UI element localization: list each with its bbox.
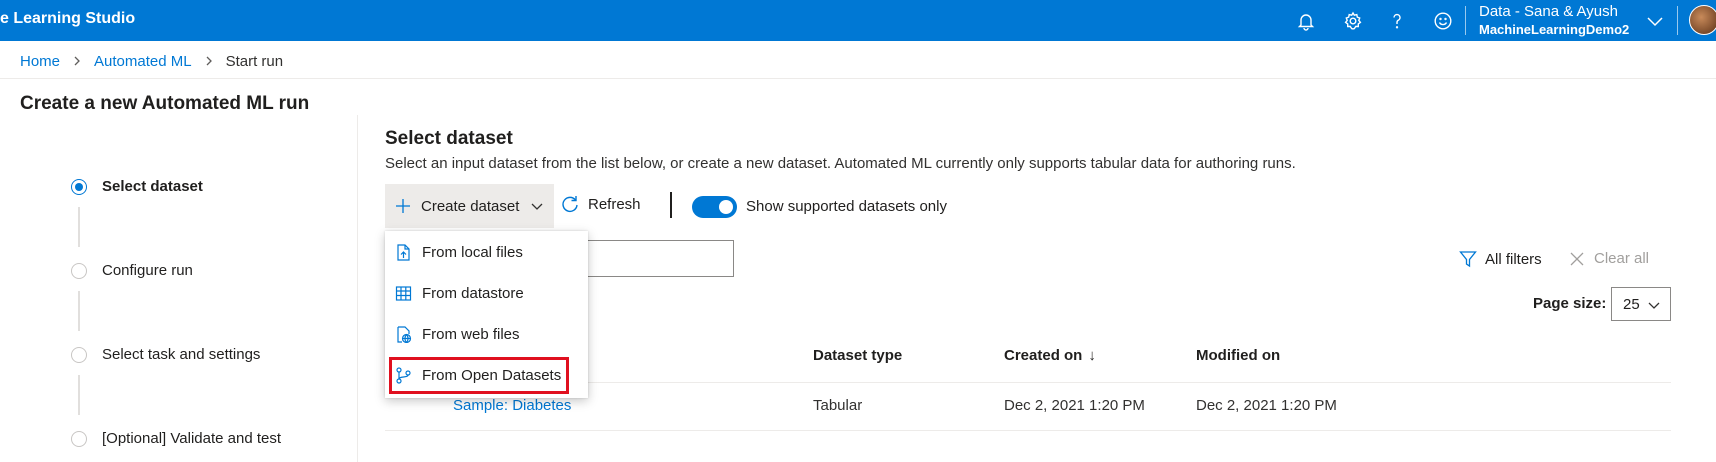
supported-datasets-toggle-label: Show supported datasets only <box>746 198 947 215</box>
step-connector <box>78 207 80 247</box>
plus-icon <box>396 199 410 213</box>
topbar-divider <box>1465 6 1466 35</box>
breadcrumb-automated-ml[interactable]: Automated ML <box>94 53 192 70</box>
chevron-down-icon <box>1648 302 1660 309</box>
refresh-label: Refresh <box>588 195 641 213</box>
stepper-divider <box>357 115 358 462</box>
page-size-select[interactable]: 25 <box>1611 287 1671 321</box>
workspace-directory[interactable]: Data - Sana & Ayush <box>1479 3 1618 20</box>
dataset-type-cell: Tabular <box>813 397 863 414</box>
create-dataset-menu: From local files From datastore From web… <box>385 231 588 398</box>
column-header-created-on-label: Created on <box>1004 347 1083 364</box>
top-bar: e Learning Studio Data - Sana & Ayush Ma… <box>0 0 1716 41</box>
column-header-dataset-type[interactable]: Dataset type <box>813 347 902 364</box>
table-row-divider <box>385 430 1671 431</box>
column-header-modified-on[interactable]: Modified on <box>1196 347 1280 364</box>
create-dataset-button[interactable]: Create dataset <box>385 184 554 228</box>
workspace-name[interactable]: MachineLearningDemo2 <box>1479 22 1629 37</box>
close-icon <box>1570 252 1584 265</box>
step-indicator-select-dataset <box>71 179 87 195</box>
gear-icon[interactable] <box>1331 0 1375 41</box>
breadcrumb-current: Start run <box>225 52 284 70</box>
sort-descending-icon: ↓ <box>1088 347 1096 364</box>
upload-file-icon <box>397 243 410 261</box>
refresh-icon <box>562 196 578 213</box>
create-dataset-label: Create dataset <box>421 197 520 215</box>
menu-item-label: From datastore <box>422 284 524 302</box>
section-description: Select an input dataset from the list be… <box>385 155 1296 172</box>
page-title: Create a new Automated ML run <box>20 93 310 114</box>
web-file-icon <box>397 325 412 343</box>
column-header-created-on[interactable]: Created on ↓ <box>1004 347 1096 364</box>
commandbar-divider <box>670 192 672 218</box>
section-title: Select dataset <box>385 128 513 149</box>
chevron-right-icon <box>60 56 94 66</box>
bell-icon[interactable] <box>1284 0 1328 41</box>
menu-item-from-local-files[interactable]: From local files <box>385 233 588 271</box>
supported-datasets-toggle[interactable] <box>692 196 737 218</box>
chevron-right-icon <box>192 56 226 66</box>
filter-icon <box>1459 251 1477 268</box>
modified-on-cell: Dec 2, 2021 1:20 PM <box>1196 397 1337 414</box>
clear-all-label: Clear all <box>1594 250 1650 267</box>
page-size-value: 25 <box>1623 295 1640 313</box>
step-connector <box>78 375 80 415</box>
table-grid-icon <box>395 285 412 301</box>
all-filters-button[interactable]: All filters <box>1459 250 1542 268</box>
step-connector <box>78 291 80 331</box>
refresh-button[interactable]: Refresh <box>560 194 641 214</box>
step-select-dataset[interactable]: Select dataset <box>102 178 203 195</box>
step-indicator-select-task <box>71 347 87 363</box>
breadcrumb-home[interactable]: Home <box>20 53 60 70</box>
all-filters-label: All filters <box>1485 250 1542 268</box>
avatar[interactable] <box>1689 5 1716 35</box>
step-select-task-and-settings[interactable]: Select task and settings <box>102 346 260 363</box>
chevron-down-icon <box>531 203 543 210</box>
app-title[interactable]: e Learning Studio <box>0 10 135 28</box>
topbar-divider <box>1677 6 1678 35</box>
step-configure-run[interactable]: Configure run <box>102 262 193 279</box>
clear-all-button[interactable]: Clear all <box>1569 250 1649 267</box>
created-on-cell: Dec 2, 2021 1:20 PM <box>1004 397 1145 414</box>
step-indicator-configure-run <box>71 263 87 279</box>
menu-item-label: From local files <box>422 243 523 261</box>
breadcrumb: Home Automated ML Start run <box>20 51 283 71</box>
highlight-box <box>389 357 569 394</box>
breadcrumb-divider <box>0 78 1716 79</box>
dataset-name-link[interactable]: Sample: Diabetes <box>453 397 571 414</box>
menu-item-from-datastore[interactable]: From datastore <box>385 274 588 312</box>
step-validate-and-test[interactable]: [Optional] Validate and test <box>102 430 281 447</box>
menu-item-label: From web files <box>422 325 520 343</box>
workspace-chevron-down-icon[interactable] <box>1644 10 1666 32</box>
step-indicator-validate-and-test <box>71 431 87 447</box>
help-icon[interactable] <box>1375 0 1419 41</box>
smiley-icon[interactable] <box>1421 0 1465 41</box>
page-size-label: Page size: <box>1533 295 1607 312</box>
menu-item-from-web-files[interactable]: From web files <box>385 315 588 353</box>
